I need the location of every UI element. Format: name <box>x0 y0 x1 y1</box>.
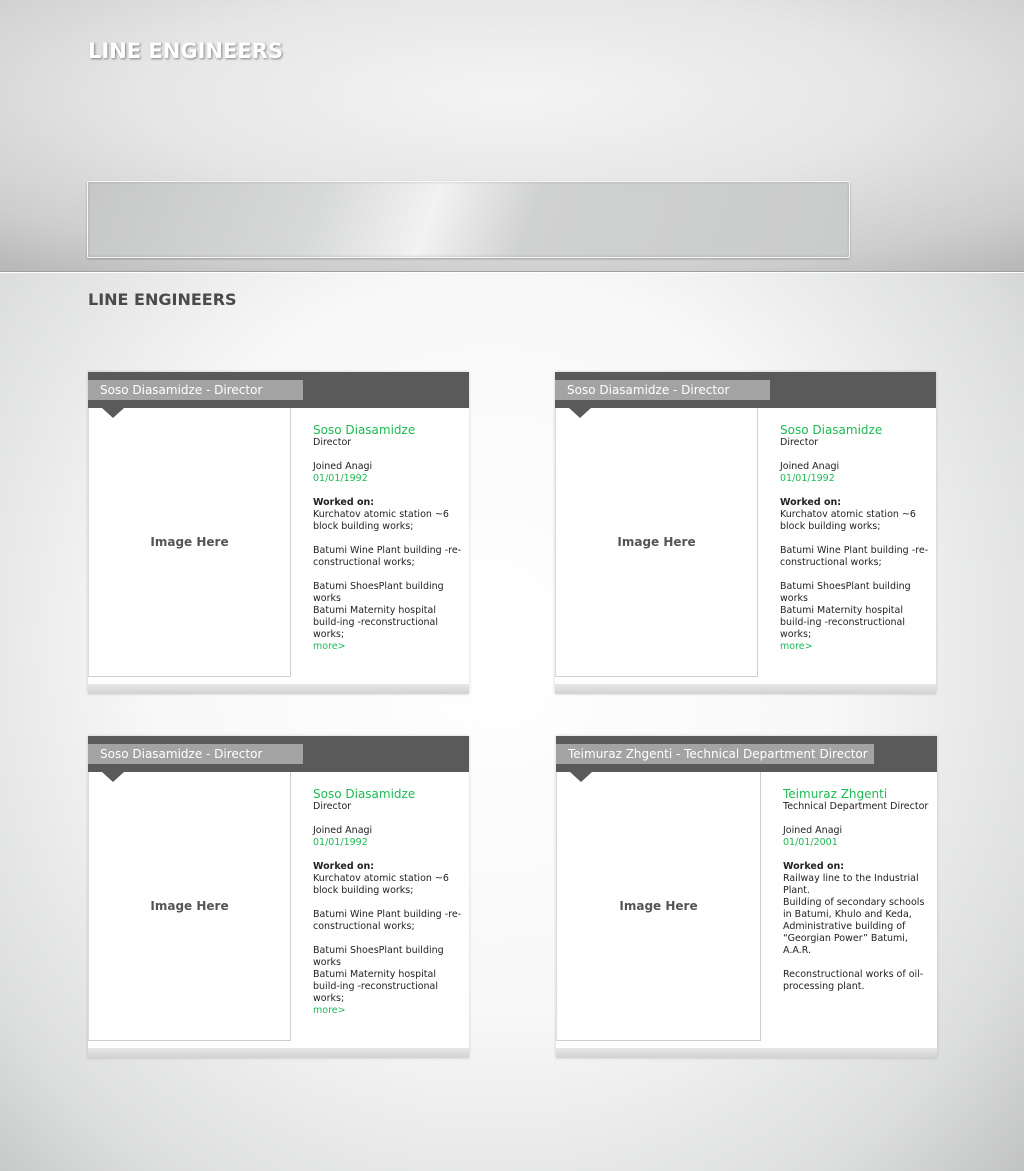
card-tab-label: Soso Diasamidze - Director <box>88 744 304 764</box>
engineer-name: Soso Diasamidze <box>313 787 416 801</box>
card-footer <box>88 684 469 694</box>
joined-label: Joined Anagi <box>780 461 840 472</box>
engineer-role: Technical Department Director <box>783 801 929 812</box>
engineer-card: Soso Diasamidze - Director Image Here So… <box>555 372 936 694</box>
card-tab-label: Soso Diasamidze - Director <box>88 380 304 400</box>
work-item: Kurchatov atomic station ~6 block buildi… <box>313 509 449 532</box>
worked-on-label: Worked on: <box>313 861 375 872</box>
work-item: Railway line to the Industrial Plant. <box>783 873 919 896</box>
engineer-name: Soso Diasamidze <box>780 423 883 437</box>
card-tab-label: Teimuraz Zhgenti - Technical Department … <box>556 744 874 764</box>
engineer-card: Teimuraz Zhgenti - Technical Department … <box>556 736 937 1058</box>
card-footer <box>556 1048 937 1058</box>
engineer-name: Teimuraz Zhgenti <box>783 787 888 801</box>
engineer-photo-placeholder: Image Here <box>88 772 291 1041</box>
engineer-photo-placeholder: Image Here <box>555 408 758 677</box>
card-info: Soso Diasamidze Director Joined Anagi 01… <box>780 423 930 653</box>
worked-on-label: Worked on: <box>780 497 842 508</box>
joined-date: 01/01/1992 <box>780 473 835 484</box>
image-placeholder-text: Image Here <box>617 535 696 549</box>
joined-date: 01/01/1992 <box>313 473 368 484</box>
card-info: Soso Diasamidze Director Joined Anagi 01… <box>313 423 463 653</box>
engineer-role: Director <box>780 437 819 448</box>
card-header: Soso Diasamidze - Director <box>555 372 936 408</box>
more-link[interactable]: more> <box>313 641 463 653</box>
card-header: Soso Diasamidze - Director <box>88 736 469 772</box>
joined-label: Joined Anagi <box>313 825 373 836</box>
card-header: Teimuraz Zhgenti - Technical Department … <box>556 736 937 772</box>
engineer-name: Soso Diasamidze <box>313 423 416 437</box>
image-placeholder-text: Image Here <box>150 535 229 549</box>
work-item: Batumi ShoesPlant building works <box>313 581 444 604</box>
section-title: LINE ENGINEERS <box>88 290 237 309</box>
header-banner <box>87 181 850 258</box>
image-placeholder-text: Image Here <box>619 899 698 913</box>
work-item: Batumi Wine Plant building -re-construct… <box>313 909 462 932</box>
engineer-photo-placeholder: Image Here <box>88 408 291 677</box>
engineer-photo-placeholder: Image Here <box>556 772 761 1041</box>
work-item: Kurchatov atomic station ~6 block buildi… <box>780 509 916 532</box>
engineer-role: Director <box>313 437 352 448</box>
work-item: Building of secondary schools in Batumi,… <box>783 897 925 920</box>
joined-label: Joined Anagi <box>313 461 373 472</box>
worked-on-label: Worked on: <box>783 861 845 872</box>
work-item: Batumi ShoesPlant building works <box>313 945 444 968</box>
card-tab-label: Soso Diasamidze - Director <box>555 380 771 400</box>
engineer-card: Soso Diasamidze - Director Image Here So… <box>88 372 469 694</box>
joined-label: Joined Anagi <box>783 825 843 836</box>
work-item: Batumi Maternity hospital build-ing -rec… <box>780 605 906 640</box>
joined-date: 01/01/2001 <box>783 837 838 848</box>
engineer-card: Soso Diasamidze - Director Image Here So… <box>88 736 469 1058</box>
work-item: Batumi Wine Plant building -re-construct… <box>313 545 462 568</box>
work-item: Batumi ShoesPlant building works <box>780 581 911 604</box>
card-info: Soso Diasamidze Director Joined Anagi 01… <box>313 787 463 1017</box>
engineer-role: Director <box>313 801 352 812</box>
card-footer <box>88 1048 469 1058</box>
card-footer <box>555 684 936 694</box>
work-item: Batumi Wine Plant building -re-construct… <box>780 545 929 568</box>
card-header: Soso Diasamidze - Director <box>88 372 469 408</box>
more-link[interactable]: more> <box>313 1005 463 1017</box>
joined-date: 01/01/1992 <box>313 837 368 848</box>
work-item: Administrative building of “Georgian Pow… <box>783 921 908 956</box>
work-item: Kurchatov atomic station ~6 block buildi… <box>313 873 449 896</box>
card-info: Teimuraz Zhgenti Technical Department Di… <box>783 787 933 993</box>
image-placeholder-text: Image Here <box>150 899 229 913</box>
page-header: LINE ENGINEERS <box>0 0 1024 272</box>
site-title: LINE ENGINEERS <box>88 39 283 63</box>
more-link[interactable]: more> <box>780 641 930 653</box>
worked-on-label: Worked on: <box>313 497 375 508</box>
work-item: Reconstructional works of oil-processing… <box>783 969 924 992</box>
work-item: Batumi Maternity hospital build-ing -rec… <box>313 969 439 1004</box>
work-item: Batumi Maternity hospital build-ing -rec… <box>313 605 439 640</box>
